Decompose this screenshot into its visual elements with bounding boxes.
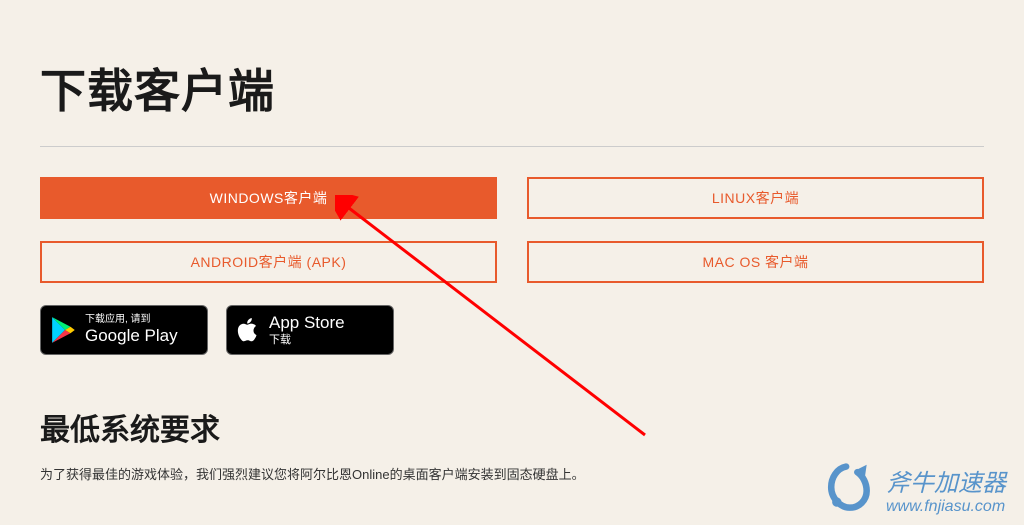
app-store-top-text: App Store — [269, 313, 345, 333]
watermark-logo-icon — [820, 461, 876, 517]
android-download-button[interactable]: ANDROID客户端 (APK) — [40, 241, 497, 283]
windows-download-button[interactable]: WINDOWS客户端 — [40, 177, 497, 219]
sysreq-title: 最低系统要求 — [40, 405, 984, 449]
app-store-bottom-text: 下载 — [269, 334, 345, 347]
watermark: 斧牛加速器 www.fnjiasu.com — [820, 461, 1006, 517]
download-grid: WINDOWS客户端 LINUX客户端 ANDROID客户端 (APK) MAC… — [40, 177, 984, 283]
watermark-url: www.fnjiasu.com — [886, 498, 1006, 516]
google-play-badge[interactable]: 下载应用, 请到 Google Play — [40, 305, 208, 355]
google-play-icon — [51, 316, 77, 344]
google-play-top-text: 下载应用, 请到 — [85, 313, 178, 326]
google-play-bottom-text: Google Play — [85, 326, 178, 346]
apple-icon — [237, 316, 261, 344]
macos-download-button[interactable]: MAC OS 客户端 — [527, 241, 984, 283]
store-row: 下载应用, 请到 Google Play App Store 下载 — [40, 305, 984, 355]
divider — [40, 146, 984, 147]
watermark-title: 斧牛加速器 — [886, 463, 1006, 498]
app-store-badge[interactable]: App Store 下载 — [226, 305, 394, 355]
linux-download-button[interactable]: LINUX客户端 — [527, 177, 984, 219]
page-title: 下载客户端 — [40, 55, 984, 121]
